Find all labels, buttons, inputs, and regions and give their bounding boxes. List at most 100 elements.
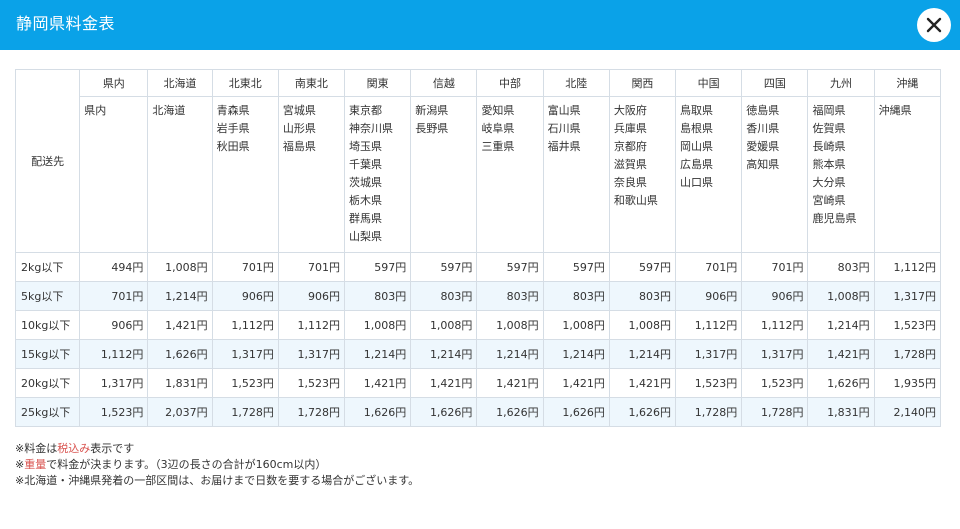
prefecture-name: 県内 [84, 104, 107, 117]
price-cell: 803円 [542, 281, 610, 311]
prefecture-name: 広島県 [680, 158, 714, 171]
price-cell: 803円 [344, 281, 412, 311]
weight-label: 10kg以下 [14, 310, 81, 340]
prefecture-name: 愛知県 [481, 104, 515, 117]
price-cell: 803円 [476, 281, 544, 311]
prefecture-name: 栃木県 [349, 194, 383, 207]
prefecture-name: 福岡県 [812, 104, 846, 117]
price-cell: 1,523円 [741, 368, 809, 398]
prefecture-name: 千葉県 [349, 158, 383, 171]
price-cell: 1,008円 [476, 310, 544, 340]
note-delivery: ※北海道・沖縄県発着の一部区間は、お届けまで日数を要する場合がございます。 [15, 474, 420, 487]
weight-label: 20kg以下 [14, 368, 81, 398]
region-header: 中国 [675, 69, 743, 97]
price-cell: 1,728円 [873, 339, 942, 369]
price-cell: 1,421円 [542, 368, 610, 398]
price-cell: 1,112円 [675, 310, 743, 340]
price-cell: 701円 [675, 252, 743, 282]
weight-label: 2kg以下 [14, 252, 81, 282]
price-cell: 1,523円 [79, 397, 149, 427]
prefecture-name: 富山県 [547, 104, 581, 117]
modal-header: 静岡県料金表 [0, 0, 960, 50]
notes: ※料金は税込み表示です ※重量で料金が決まります。（3辺の長さの合計が160cm… [15, 441, 419, 489]
prefecture-list: 東京都 神奈川県 埼玉県 千葉県 茨城県 栃木県 群馬県 山梨県 [344, 96, 412, 253]
price-cell: 494円 [79, 252, 149, 282]
prefecture-name: 兵庫県 [613, 122, 647, 135]
region-header: 信越 [410, 69, 478, 97]
price-cell: 906円 [79, 310, 149, 340]
price-cell: 1,008円 [807, 281, 875, 311]
price-cell: 701円 [277, 252, 346, 282]
modal-title: 静岡県料金表 [16, 14, 116, 33]
prefecture-name: 秋田県 [216, 140, 250, 153]
price-cell: 701円 [79, 281, 149, 311]
prefecture-name: 奈良県 [613, 176, 647, 189]
price-cell: 701円 [211, 252, 279, 282]
prefecture-name: 青森県 [216, 104, 250, 117]
prefecture-list: 福岡県 佐賀県 長崎県 熊本県 大分県 宮崎県 鹿児島県 [807, 96, 875, 253]
prefecture-name: 山口県 [680, 176, 714, 189]
prefecture-name: 大分県 [812, 176, 846, 189]
prefecture-name: 香川県 [746, 122, 780, 135]
region-header: 関西 [608, 69, 677, 97]
price-cell: 701円 [741, 252, 809, 282]
prefecture-name: 群馬県 [349, 212, 383, 225]
price-cell: 597円 [476, 252, 544, 282]
price-cell: 1,317円 [675, 339, 743, 369]
price-cell: 1,728円 [675, 397, 743, 427]
prefecture-name: 長野県 [415, 122, 449, 135]
price-cell: 1,831円 [147, 368, 213, 398]
region-header: 四国 [741, 69, 809, 97]
price-cell: 1,523円 [277, 368, 346, 398]
prefecture-list: 沖縄県 [873, 96, 942, 253]
price-cell: 1,008円 [410, 310, 478, 340]
table-row: 10kg以下 906円 1,421円 1,112円 1,112円 1,008円 1,008円… [14, 310, 942, 340]
region-header: 関東 [344, 69, 412, 97]
prefecture-list: 新潟県 長野県 [410, 96, 478, 253]
prefecture-name: 茨城県 [349, 176, 383, 189]
price-cell: 1,523円 [675, 368, 743, 398]
prefecture-name: 島根県 [680, 122, 714, 135]
price-cell: 1,523円 [211, 368, 279, 398]
price-cell: 1,626円 [410, 397, 478, 427]
price-cell: 1,626円 [542, 397, 610, 427]
prefecture-name: 鳥取県 [680, 104, 714, 117]
prefecture-name: 新潟県 [415, 104, 449, 117]
prefecture-list: 北海道 [147, 96, 213, 253]
prefecture-list: 鳥取県 島根県 岡山県 広島県 山口県 [675, 96, 743, 253]
prefecture-name: 和歌山県 [613, 194, 658, 207]
price-cell: 2,140円 [873, 397, 942, 427]
prefecture-name: 愛媛県 [746, 140, 780, 153]
price-cell: 1,626円 [344, 397, 412, 427]
prefecture-name: 神奈川県 [349, 122, 394, 135]
price-cell: 1,008円 [608, 310, 677, 340]
price-cell: 1,626円 [608, 397, 677, 427]
prefecture-name: 京都府 [613, 140, 647, 153]
price-cell: 1,214円 [807, 310, 875, 340]
prefecture-name: 滋賀県 [613, 158, 647, 171]
region-header: 北海道 [147, 69, 213, 97]
prefecture-list: 宮城県 山形県 福島県 [277, 96, 346, 253]
price-cell: 1,728円 [741, 397, 809, 427]
price-cell: 1,008円 [344, 310, 412, 340]
prefecture-name: 福井県 [547, 140, 581, 153]
table-row: 15kg以下 1,112円 1,626円 1,317円 1,317円 1,214円 1,21… [14, 339, 942, 369]
price-cell: 1,728円 [211, 397, 279, 427]
close-button[interactable] [917, 8, 951, 42]
prefecture-name: 大阪府 [613, 104, 647, 117]
price-cell: 1,214円 [542, 339, 610, 369]
prefecture-name: 熊本県 [812, 158, 846, 171]
prefecture-list: 愛知県 岐阜県 三重県 [476, 96, 544, 253]
prefecture-name: 石川県 [547, 122, 581, 135]
weight-label: 15kg以下 [14, 339, 81, 369]
price-cell: 1,112円 [873, 252, 942, 282]
price-cell: 1,214円 [608, 339, 677, 369]
note-weight: ※重量で料金が決まります。（3辺の長さの合計が160cm以内） [15, 458, 327, 471]
region-header: 北陸 [542, 69, 610, 97]
price-cell: 906円 [675, 281, 743, 311]
price-cell: 597円 [410, 252, 478, 282]
close-icon [926, 17, 942, 33]
prefecture-name: 沖縄県 [878, 104, 912, 117]
prefecture-name: 徳島県 [746, 104, 780, 117]
price-cell: 1,317円 [211, 339, 279, 369]
